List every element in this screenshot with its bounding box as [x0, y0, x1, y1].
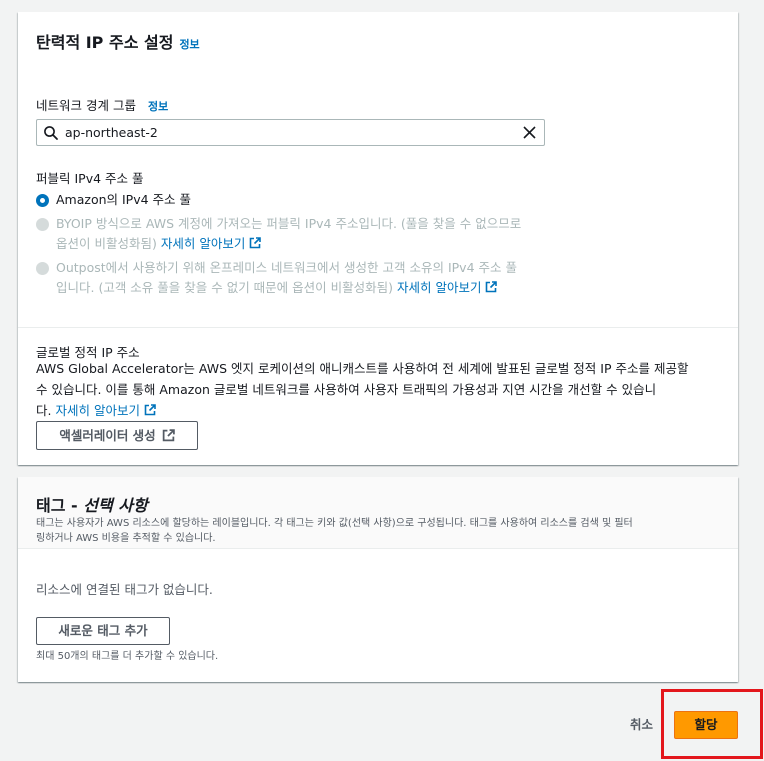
radio-option-line2: 입니다. (고객 소유 풀을 찾을 수 없기 때문에 옵션이 비활성화됨) [56, 280, 393, 295]
learn-more-link-label: 자세히 알아보기 [396, 280, 482, 295]
search-icon [44, 126, 58, 140]
learn-more-link[interactable]: 자세히 알아보기 [396, 280, 498, 295]
radio-disabled-icon [36, 262, 49, 275]
ip-settings-panel: 탄력적 IP 주소 설정정보 네트워크 경계 그룹정보 퍼블릭 IPv4 주소 … [18, 12, 738, 465]
external-link-icon [250, 237, 262, 249]
learn-more-link[interactable]: 자세히 알아보기 [55, 403, 156, 418]
radio-checked-icon[interactable] [36, 194, 49, 207]
tags-limit-text: 최대 50개의 태그를 더 추가할 수 있습니다. [36, 651, 219, 662]
network-border-group-label: 네트워크 경계 그룹 [36, 98, 136, 113]
network-border-group-input[interactable] [65, 123, 515, 142]
learn-more-link-label: 자세히 알아보기 [55, 403, 140, 418]
radio-option-amazon-pool[interactable]: Amazon의 IPv4 주소 풀 [36, 190, 556, 210]
ipv4-pool-label: 퍼블릭 IPv4 주소 풀 [36, 171, 144, 186]
external-link-icon [486, 281, 498, 293]
network-border-group-label-row: 네트워크 경계 그룹 정보 [36, 95, 168, 114]
radio-option-outpost[interactable]: Outpost에서 사용하기 위해 온프레미스 네트워크에서 생성한 고객 소유… [36, 258, 556, 298]
page: 탄력적 IP 주소 설정정보 네트워크 경계 그룹정보 퍼블릭 IPv4 주소 … [0, 0, 764, 761]
global-static-ip-description: AWS Global Accelerator는 AWS 엣지 로케이션의 애니캐… [36, 358, 726, 421]
ip-settings-title: 탄력적 IP 주소 설정 [36, 33, 174, 52]
cancel-button[interactable]: 취소 [630, 714, 653, 733]
tags-title-optional: 선택 사항 [83, 496, 148, 515]
tags-title-prefix: 태그 - [36, 496, 84, 515]
add-tag-button[interactable]: 새로운 태그 추가 [36, 617, 170, 645]
description-line: 다. [36, 403, 52, 418]
create-accelerator-button[interactable]: 액셀러레이터 생성 [36, 421, 198, 450]
radio-option-label: BYOIP 방식으로 AWS 계정에 가져오는 퍼블릭 IPv4 주소입니다. … [56, 214, 556, 254]
tags-description: 태그는 사용자가 AWS 리소스에 할당하는 레이블입니다. 각 태그는 키와 … [36, 516, 726, 546]
description-line: 수 있습니다. 이를 통해 Amazon 글로벌 네트워크를 사용하여 사용자 … [36, 382, 657, 397]
network-border-group-info-link[interactable]: 정보 [148, 100, 168, 113]
radio-option-label: Amazon의 IPv4 주소 풀 [56, 192, 192, 207]
radio-option-label: Outpost에서 사용하기 위해 온프레미스 네트워크에서 생성한 고객 소유… [56, 258, 556, 298]
tags-title: 태그 - 선택 사항 [36, 492, 148, 516]
radio-option-byoip[interactable]: BYOIP 방식으로 AWS 계정에 가져오는 퍼블릭 IPv4 주소입니다. … [36, 214, 556, 254]
learn-more-link-label: 자세히 알아보기 [160, 236, 246, 251]
external-link-icon [162, 429, 175, 442]
create-accelerator-button-label: 액셀러레이터 생성 [59, 428, 156, 443]
radio-option-line1: Outpost에서 사용하기 위해 온프레미스 네트워크에서 생성한 고객 소유… [56, 260, 517, 275]
ip-settings-header: 탄력적 IP 주소 설정 정보 [36, 29, 200, 53]
highlight-annotation [661, 689, 763, 759]
radio-option-line1: BYOIP 방식으로 AWS 계정에 가져오는 퍼블릭 IPv4 주소입니다. … [56, 216, 522, 231]
learn-more-link[interactable]: 자세히 알아보기 [160, 236, 262, 251]
tags-panel: 태그 - 선택 사항 태그는 사용자가 AWS 리소스에 할당하는 레이블입니다… [18, 477, 738, 682]
external-link-icon [144, 404, 156, 416]
description-line: 태그는 사용자가 AWS 리소스에 할당하는 레이블입니다. 각 태그는 키와 … [36, 518, 633, 529]
network-border-group-search[interactable] [36, 119, 545, 146]
section-divider [18, 327, 738, 328]
close-icon[interactable] [523, 126, 536, 139]
ip-settings-info-link[interactable]: 정보 [179, 38, 199, 51]
description-line: 링하거나 AWS 비용을 추적할 수 있습니다. [36, 533, 216, 544]
description-line: AWS Global Accelerator는 AWS 엣지 로케이션의 애니캐… [36, 361, 689, 376]
radio-disabled-icon [36, 218, 49, 231]
radio-option-line2: 옵션이 비활성화됨) [56, 236, 157, 251]
no-tags-text: 리소스에 연결된 태그가 없습니다. [36, 582, 213, 597]
